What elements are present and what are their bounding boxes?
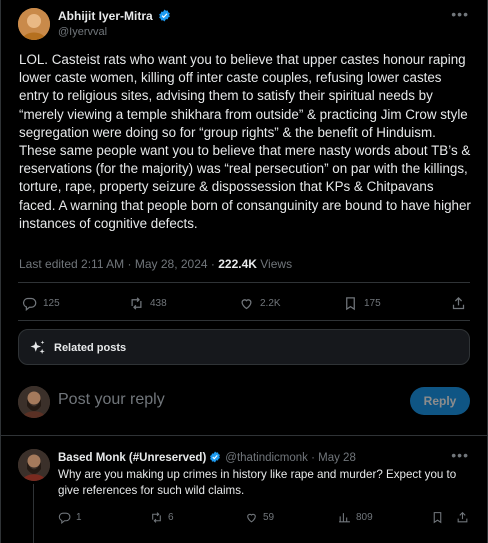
author-name[interactable]: Abhijit Iyer-Mitra xyxy=(58,9,153,23)
comment-like-count: 59 xyxy=(263,512,275,523)
bookmark-icon xyxy=(433,512,442,524)
post-text: LOL. Casteist rats who want you to belie… xyxy=(19,52,471,231)
comment-like-button[interactable]: 59 xyxy=(245,511,274,524)
sparkle-icon xyxy=(30,340,45,354)
share-icon xyxy=(457,511,468,523)
comment-text: Why are you making up crimes in history … xyxy=(58,468,457,497)
thread-line xyxy=(33,484,34,543)
post-meta: Last edited 2:11 AM · May 28, 2024 · 222… xyxy=(19,257,292,271)
related-posts-button[interactable]: Related posts xyxy=(18,329,470,365)
comment-author-name[interactable]: Based Monk (#Unreserved) xyxy=(58,452,206,464)
share-button[interactable] xyxy=(451,296,472,311)
like-count: 2.2K xyxy=(260,298,281,309)
comment-views-count: 809 xyxy=(356,512,373,523)
comment-reply-count: 1 xyxy=(76,512,82,523)
views-label: Views xyxy=(256,257,293,271)
comment-header: Based Monk (#Unreserved) @thatindicmonk ·… xyxy=(58,451,356,464)
comment-reply-button[interactable]: 1 xyxy=(58,511,82,524)
comment-repost-count: 6 xyxy=(168,512,174,523)
comment-views-button[interactable]: 809 xyxy=(338,511,373,524)
like-icon xyxy=(241,299,252,310)
reply-count: 125 xyxy=(43,298,60,309)
bookmark-count: 175 xyxy=(364,298,381,309)
comment-bookmark-button[interactable] xyxy=(431,511,449,524)
more-icon[interactable]: ••• xyxy=(451,447,469,463)
reply-button[interactable]: 125 xyxy=(22,296,60,311)
reply-input[interactable]: Post your reply xyxy=(58,391,165,409)
author-avatar[interactable] xyxy=(18,8,50,40)
reply-icon xyxy=(22,297,37,311)
reply-icon xyxy=(58,512,71,524)
reply-submit-button[interactable]: Reply xyxy=(410,387,470,415)
related-posts-label: Related posts xyxy=(54,342,127,354)
comment-date[interactable]: · May 28 xyxy=(308,452,356,464)
share-icon xyxy=(452,296,465,310)
comment-share-button[interactable] xyxy=(456,511,474,524)
like-button[interactable]: 2.2K xyxy=(239,296,281,311)
comment-action-bar: 1 6 59 809 xyxy=(58,511,470,525)
repost-button[interactable]: 438 xyxy=(129,296,167,311)
comment-repost-button[interactable]: 6 xyxy=(150,511,174,524)
views-count: 222.4K xyxy=(218,257,257,271)
bookmark-icon xyxy=(346,297,355,311)
author-handle[interactable]: @Iyervval xyxy=(58,26,107,38)
edited-timestamp[interactable]: Last edited 2:11 AM · May 28, 2024 · xyxy=(19,257,218,271)
comment-author-avatar[interactable] xyxy=(18,449,50,481)
user-avatar[interactable] xyxy=(18,386,50,418)
repost-count: 438 xyxy=(150,298,167,309)
repost-icon xyxy=(131,297,142,310)
repost-icon xyxy=(152,512,161,523)
divider xyxy=(18,320,470,321)
bookmark-button[interactable]: 175 xyxy=(343,296,381,311)
post-detail-view: Abhijit Iyer-Mitra @Iyervval ••• LOL. Ca… xyxy=(0,0,488,543)
comment-author-handle[interactable]: @thatindicmonk xyxy=(225,452,308,464)
verified-badge-icon xyxy=(210,451,221,463)
post-action-bar: 125 438 2.2K 175 xyxy=(19,296,471,312)
more-icon[interactable]: ••• xyxy=(451,6,469,22)
like-icon xyxy=(247,513,256,523)
verified-badge-icon xyxy=(159,9,170,22)
views-icon xyxy=(339,513,350,523)
divider xyxy=(18,282,470,283)
divider xyxy=(1,435,488,436)
